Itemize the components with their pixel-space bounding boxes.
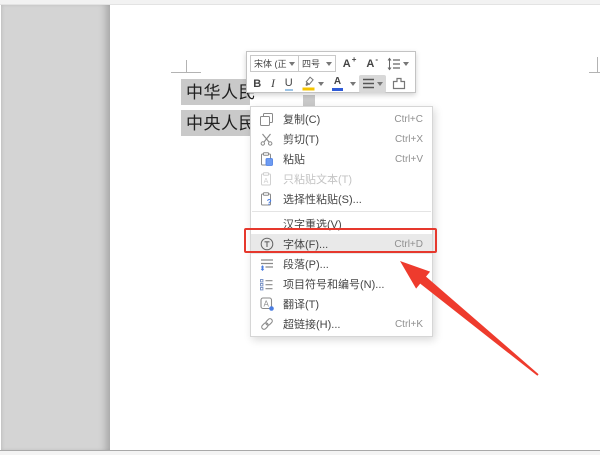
grow-font-button[interactable]: A + [340,55,360,73]
shrink-font-button[interactable]: A- [363,55,381,73]
font-size-value: 四号 [302,59,321,69]
menu-item-hyperlink[interactable]: 超链接(H)... Ctrl+K [251,314,432,334]
status-bar-edge [0,450,600,455]
menu-item-paste[interactable]: 粘贴 Ctrl+V [251,149,432,169]
chevron-down-icon [325,61,332,66]
paste-icon [259,152,274,167]
paste-text-icon: A [259,172,274,187]
menu-item-paste-text-only: A 只粘贴文本(T) [251,169,432,189]
svg-text:A: A [263,299,269,308]
bullets-icon [259,277,274,292]
format-painter-button[interactable] [388,75,410,93]
paragraph-icon [259,257,274,272]
align-button[interactable] [359,74,386,93]
menu-item-hanzi-reselect[interactable]: 汉字重选(V) [251,214,432,234]
paste-special-icon: ? [259,192,274,207]
chevron-down-icon [289,61,295,66]
highlight-color-button[interactable] [298,75,327,93]
translate-icon: A [259,297,274,312]
margin-mark-left-v [186,60,187,72]
underline-button[interactable]: U [281,75,296,93]
margin-mark-right [589,72,600,73]
highlight-color-icon [302,76,315,91]
hyperlink-icon [259,317,274,332]
copy-icon [259,112,274,127]
menu-item-bullets-numbering[interactable]: 项目符号和编号(N)... [251,274,432,294]
menu-separator [252,211,431,212]
font-size-select[interactable]: 四号 [298,55,336,72]
canvas-background [1,5,110,450]
font-color-swatch [332,87,343,91]
chevron-down-icon [350,81,356,86]
chevron-down-icon [318,81,324,86]
line-spacing-icon [387,57,400,70]
font-name-select[interactable]: 宋体 (正文 [250,55,299,72]
menu-item-copy[interactable]: 复制(C) Ctrl+C [251,109,432,129]
context-menu: 复制(C) Ctrl+C 剪切(T) Ctrl+X 粘贴 Ctrl+V A 只粘… [250,106,433,337]
menu-item-cut[interactable]: 剪切(T) Ctrl+X [251,129,432,149]
menu-item-translate[interactable]: A 翻译(T) [251,294,432,314]
cut-icon [259,132,274,147]
font-color-button[interactable]: A [329,75,346,93]
margin-mark-right-v [597,57,598,73]
chevron-down-icon [403,61,409,66]
align-icon [363,78,374,89]
menu-item-paragraph[interactable]: 段落(P)... [251,254,432,274]
font-name-value: 宋体 (正文 [254,59,287,69]
bold-button[interactable]: B [250,75,265,93]
mini-toolbar: 宋体 (正文 四号 A+ A- B I U [246,51,416,93]
document-text-line2[interactable]: 中央人民 [186,115,256,132]
menu-item-paste-special[interactable]: ? 选择性粘贴(S)... [251,189,432,209]
line-spacing-button[interactable] [384,55,412,73]
svg-text:?: ? [267,198,272,206]
no-icon [259,217,274,232]
margin-mark-left [171,72,201,73]
mini-toolbar-row1: 宋体 (正文 四号 A+ A- [250,54,412,73]
italic-button[interactable]: I [267,75,280,93]
mini-toolbar-row2: B I U A [250,74,412,93]
menu-item-font[interactable]: 字体(F)... Ctrl+D [251,234,432,254]
chevron-down-icon [377,81,383,86]
format-painter-icon [392,77,406,90]
font-icon [259,237,274,252]
svg-text:A: A [264,178,269,185]
font-color-letter: A [333,75,342,87]
